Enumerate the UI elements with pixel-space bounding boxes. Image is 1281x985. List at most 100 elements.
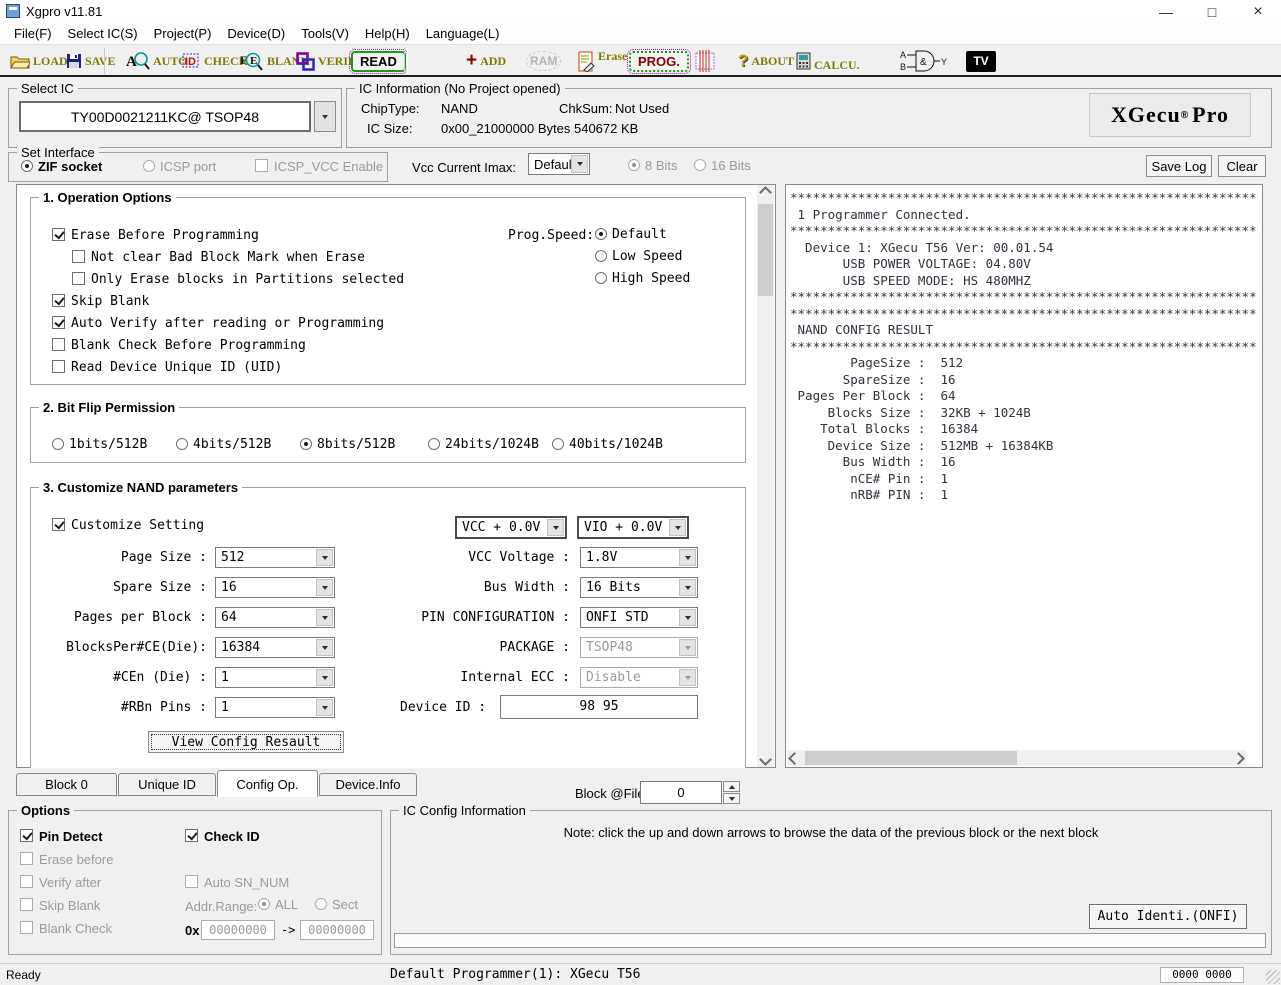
tab-config-op[interactable]: Config Op. [217,770,318,797]
tab-block-0[interactable]: Block 0 [16,773,117,796]
chevron-down-icon[interactable] [571,155,588,173]
menu-help[interactable]: Help(H) [357,25,418,42]
menu-tools[interactable]: Tools(V) [293,25,357,42]
view-config-result-button[interactable]: View Config Resault [148,731,344,753]
chevron-down-icon[interactable] [679,579,696,596]
toolbar-separator [104,48,108,74]
radio [21,160,33,172]
save-label: SAVE [85,54,115,69]
chevron-down-icon[interactable] [316,639,333,656]
minimize-button[interactable]: — [1143,0,1189,23]
menu-file[interactable]: File(F) [6,25,60,42]
chevron-down-icon[interactable] [316,579,333,596]
block-spin-up-button[interactable] [723,781,740,792]
spare-size-combo[interactable]: 16 [215,577,335,598]
scroll-left-button[interactable] [787,750,803,766]
tab-label: Unique ID [138,777,196,792]
settings-scrollbar[interactable] [757,185,774,767]
ic-config-group: IC Config Information Note: click the up… [390,810,1272,955]
operation-options-title: 1. Operation Options [39,190,176,205]
logo-suffix: Pro [1192,102,1229,128]
checkbox [185,829,198,842]
chevron-down-icon[interactable] [679,549,696,566]
chevron-down-icon[interactable] [679,609,696,626]
add-button[interactable]: + ADD [466,48,506,74]
block-spin-down-button[interactable] [723,793,740,804]
selected-ic-value[interactable]: TY00D0021211KC@ TSOP48 [19,101,311,132]
checkbox [20,829,33,842]
blocks-per-ce-combo[interactable]: 16384 [215,637,335,658]
vcc-voltage-combo[interactable]: 1.8V [580,547,698,568]
pin-configuration-label: PIN CONFIGURATION : [340,610,570,625]
radio-label: 1bits/512B [69,437,147,452]
triangle [322,586,328,590]
resize-grip[interactable] [1266,970,1280,984]
check-button[interactable]: ID CHECK [182,48,248,74]
chevron-down-icon[interactable] [316,609,333,626]
menu-select-ic[interactable]: Select IC(S) [60,25,146,42]
scroll-down-button[interactable] [757,750,774,767]
scroll-right-button[interactable] [1230,750,1246,766]
triangle-down-icon [729,797,735,801]
chevron-down-icon[interactable] [547,519,564,536]
check-icon [22,830,32,841]
page-size-combo[interactable]: 512 [215,547,335,568]
chevron-down-icon[interactable] [316,549,333,566]
rbn-pins-combo[interactable]: 1 [215,697,335,718]
auto-identi-button[interactable]: Auto Identi.(ONFI) [1089,904,1247,929]
save-button[interactable]: SAVE [66,48,115,74]
triangle-up-icon [729,785,735,789]
menu-language[interactable]: Language(L) [418,25,508,42]
check-icon [54,295,64,306]
checkbox [20,852,33,865]
block-at-file-field[interactable]: 0 [640,781,722,804]
icsp-port-label: ICSP port [160,159,216,174]
about-button[interactable]: ? ABOUT [738,48,794,74]
clear-button[interactable]: Clear [1218,155,1266,177]
calcu-button[interactable]: CALCU. [796,48,860,74]
addr-to-field: 00000000 [300,920,374,940]
tab-device-info[interactable]: Device.Info [319,773,417,796]
radio-label: Sect [332,897,358,912]
cen-die-combo[interactable]: 1 [215,667,335,688]
checkbox [72,272,85,285]
auto-button[interactable]: A AUTO [126,48,187,74]
prog-speed-label: Prog.Speed: [508,228,594,243]
maximize-button[interactable]: □ [1189,0,1235,23]
radio [300,438,312,450]
chevron-down-icon[interactable] [669,519,686,536]
menu-project[interactable]: Project(P) [146,25,220,42]
scrollbar-thumb[interactable] [758,204,773,296]
device-id-field[interactable]: 98 95 [500,695,698,719]
floppy-icon [66,53,82,69]
prog-button[interactable]: PROG. [629,48,689,74]
vcc-imax-combo[interactable]: Default [528,153,590,175]
logic-gate-button[interactable]: A B & Y [900,48,948,74]
xgpro-window: Xgpro v11.81 — □ × File(F) Select IC(S) … [0,0,1281,985]
close-button[interactable]: × [1235,0,1281,23]
save-log-button[interactable]: Save Log [1146,155,1212,177]
vcc-imax-value: Default [534,157,575,172]
log-hscrollbar[interactable] [787,750,1246,766]
vio-offset-combo[interactable]: VIO + 0.0V [577,516,689,539]
scroll-up-button[interactable] [757,185,774,202]
chevron-down-icon[interactable] [316,699,333,716]
select-ic-dropdown-button[interactable] [314,101,336,132]
read-button[interactable]: READ [351,48,406,74]
ic-config-note: Note: click the up and down arrows to br… [391,825,1271,840]
vcc-offset-combo[interactable]: VCC + 0.0V [455,516,567,539]
pin-configuration-combo[interactable]: ONFI STD [580,607,698,628]
select-ic-group-label: Select IC [17,81,78,96]
scrollbar-thumb[interactable] [805,751,1017,765]
chip-test-button[interactable] [692,48,718,74]
tv-button[interactable]: TV [966,48,996,74]
addr-from-value: 00000000 [209,923,267,937]
ram-button[interactable]: RAM [526,48,561,74]
load-button[interactable]: LOAD [10,48,68,74]
tab-unique-id[interactable]: Unique ID [118,773,216,796]
chevron-down-icon[interactable] [316,669,333,686]
menu-device[interactable]: Device(D) [219,25,293,42]
pages-per-block-combo[interactable]: 64 [215,607,335,628]
bus-width-combo[interactable]: 16 Bits [580,577,698,598]
erase-button[interactable]: Erase [578,48,627,74]
